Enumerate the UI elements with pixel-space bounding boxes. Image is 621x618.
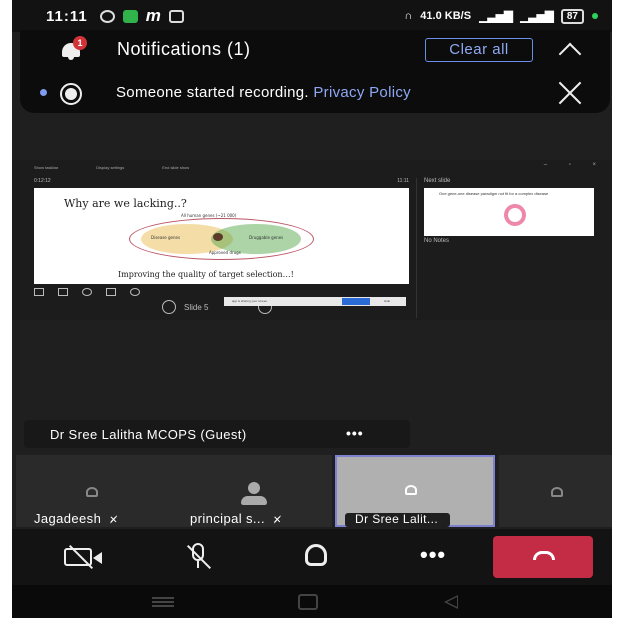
slide-footer: Improving the quality of target selectio… [118, 270, 294, 279]
next-slide-label: Next slide [424, 178, 451, 184]
mute-button[interactable] [182, 543, 222, 570]
bell-icon: 1 [60, 36, 87, 60]
next-slide-text: One gene-one disease paradigm not fit fo… [439, 191, 549, 196]
prev-slide-icon[interactable] [162, 300, 176, 314]
participant-tile-active[interactable]: Dr Sree Lalit... [335, 455, 495, 527]
notification-badge: 1 [73, 36, 87, 50]
pen-icon[interactable] [34, 288, 44, 296]
android-nav-bar [12, 585, 612, 618]
no-notes-label: No Notes [424, 238, 450, 244]
phone-screen: 11:11 m ∩ 41.0 KB/S ▁▃▅▇ ▁▃▅▇ 87 1 Notif… [12, 0, 612, 618]
slide-timer-row: 0:12:12 11:11 [34, 178, 409, 186]
participant-tile[interactable]: principal s... ✕̸ [172, 455, 332, 527]
next-slide-preview: One gene-one disease paradigm not fit fo… [424, 188, 594, 236]
toolbar-item: End slide show [162, 164, 190, 170]
participant-name: Jagadeesh [34, 511, 102, 526]
user-icon [86, 487, 98, 497]
status-system-icons: ∩ 41.0 KB/S ▁▃▅▇ ▁▃▅▇ 87 [404, 8, 598, 24]
presenter-label[interactable]: Dr Sree Lalitha MCOPS (Guest) ••• [24, 420, 410, 448]
venn-bottom-label: Approved drugs [209, 250, 241, 255]
stop-sharing-button[interactable] [342, 298, 370, 305]
venn-diagram: All human genes (~21 000) Disease genes … [129, 213, 314, 265]
user-icon [551, 487, 563, 497]
privacy-dot-icon [592, 13, 598, 19]
status-time: 11:11 [46, 7, 88, 25]
privacy-policy-link[interactable]: Privacy Policy [313, 84, 411, 101]
signal-4g-icon: ▁▃▅▇ [519, 9, 554, 23]
call-controls: ••• [12, 529, 612, 585]
home-icon[interactable] [298, 594, 318, 610]
sharing-bar: app is sharing your screen. Hide [224, 297, 406, 306]
hang-up-button[interactable] [493, 536, 593, 578]
signal-icon: ▁▃▅▇ [479, 9, 513, 23]
participant-label: Jagadeesh ✕̸ [34, 511, 118, 526]
presenter-name: Dr Sree Lalitha MCOPS (Guest) [50, 427, 247, 442]
unread-dot-icon [40, 89, 47, 96]
phone-hangup-icon [533, 551, 555, 560]
zoom-icon[interactable] [82, 288, 92, 296]
participant-label: principal s... ✕̸ [190, 511, 282, 526]
network-speed: 41.0 KB/S [420, 10, 472, 22]
battery-icon: 87 [560, 8, 584, 24]
audio-output-button[interactable] [300, 543, 340, 569]
person-icon [241, 482, 267, 506]
camera-icon[interactable] [106, 288, 116, 296]
headset-icon: ∩ [404, 10, 413, 22]
toolbar-item: Display settings [96, 164, 125, 170]
headset-icon [305, 544, 327, 566]
venn-right-label: Druggable genes [249, 235, 284, 240]
participant-tile[interactable] [499, 455, 612, 527]
recording-icon [60, 83, 82, 105]
mic-off-icon: ✕̸ [272, 515, 282, 526]
recent-apps-icon[interactable] [152, 597, 174, 607]
hide-sharing-button[interactable]: Hide [384, 299, 390, 303]
notification-title: Notifications (1) [117, 39, 251, 59]
current-slide: Why are we lacking..? All human genes (~… [34, 188, 409, 284]
m-app-icon: m [145, 6, 161, 25]
slide-clock: 11:11 [397, 178, 409, 184]
status-notification-icons: m [99, 6, 184, 26]
participant-name: principal s... [190, 511, 265, 526]
participant-label: Dr Sree Lalit... [345, 513, 451, 527]
notification-message: Someone started recording. Privacy Polic… [116, 84, 411, 101]
pane-divider [416, 178, 417, 318]
shared-screen[interactable]: Show taskbar Display settings End slide … [12, 160, 612, 320]
status-bar: 11:11 m ∩ 41.0 KB/S ▁▃▅▇ ▁▃▅▇ 87 [12, 0, 612, 32]
mic-off-icon: ✕̸ [109, 515, 118, 526]
notification-text: Someone started recording. [116, 84, 309, 101]
messages-icon [122, 9, 138, 23]
presenter-more-button[interactable]: ••• [346, 425, 364, 441]
more-options-button[interactable]: ••• [420, 544, 460, 571]
gallery-icon [168, 9, 184, 23]
elapsed-time: 0:12:12 [34, 178, 51, 184]
toolbar-item: Show taskbar [34, 164, 59, 170]
notification-panel: 1 Notifications (1) Clear all Someone st… [20, 30, 610, 113]
close-icon[interactable] [557, 80, 583, 106]
notification-header: 1 Notifications (1) Clear all [20, 30, 610, 70]
venn-left-label: Disease genes [151, 235, 181, 240]
whatsapp-icon [99, 9, 115, 23]
grid-icon[interactable] [58, 288, 68, 296]
notification-item[interactable]: Someone started recording. Privacy Polic… [20, 78, 610, 108]
slide-title: Why are we lacking..? [64, 197, 187, 210]
back-icon[interactable] [444, 595, 458, 609]
next-slide-diagram [504, 204, 526, 226]
camera-off-button[interactable] [64, 543, 104, 570]
screen-share-icon [405, 485, 417, 495]
participant-tile[interactable]: Jagadeesh ✕̸ [16, 455, 176, 527]
chevron-up-icon[interactable] [558, 42, 582, 66]
participant-strip: Jagadeesh ✕̸ principal s... ✕̸ Dr Sree Lal… [12, 453, 612, 529]
window-controls: – ▫ × [543, 162, 606, 168]
presenter-toolbar: Show taskbar Display settings End slide … [12, 160, 612, 174]
slide-tools [34, 286, 184, 298]
clear-all-button[interactable]: Clear all [425, 38, 533, 62]
more-icon[interactable] [130, 288, 140, 296]
slide-number: Slide 5 [184, 303, 209, 312]
sharing-message: app is sharing your screen. [232, 299, 269, 303]
